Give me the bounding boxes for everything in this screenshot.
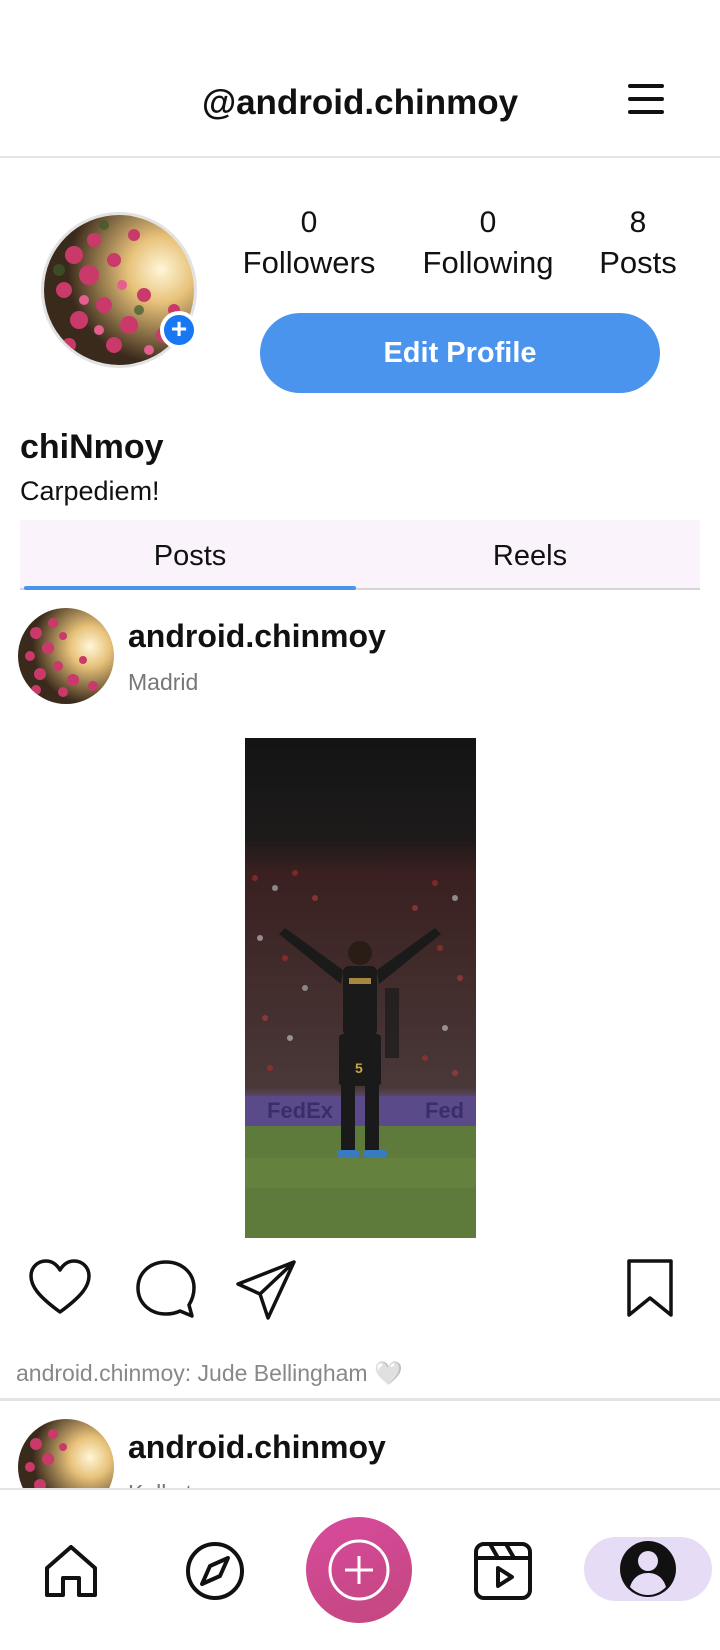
profile-icon[interactable] [618, 1539, 678, 1604]
followers-label: Followers [242, 245, 376, 280]
display-name: chiNmoy [20, 428, 164, 466]
posts-count: 8 [629, 206, 647, 239]
post-avatar[interactable] [18, 608, 114, 704]
svg-text:Fed: Fed [425, 1098, 464, 1123]
followers-stat[interactable]: 0 Followers [238, 204, 380, 284]
add-story-icon[interactable]: + [160, 311, 198, 349]
tab-posts[interactable]: Posts [20, 520, 360, 590]
like-heart-icon[interactable] [28, 1258, 92, 1323]
post-username[interactable]: android.chinmoy [128, 1429, 386, 1466]
post-location[interactable]: Madrid [128, 669, 198, 696]
tab-reels[interactable]: Reels [360, 520, 700, 590]
posts-label: Posts [599, 245, 677, 280]
comment-icon[interactable] [134, 1258, 198, 1327]
post-image[interactable]: FedEx Fed 5 [245, 738, 476, 1238]
profile-handle: @android.chinmoy [201, 83, 519, 122]
followers-count: 0 [300, 206, 318, 239]
following-stat[interactable]: 0 Following [416, 204, 560, 284]
profile-tabs: Posts Reels [20, 520, 700, 590]
post-avatar[interactable] [18, 1419, 114, 1488]
create-post-button[interactable] [306, 1517, 412, 1623]
reels-icon[interactable] [472, 1540, 534, 1607]
add-post-icon [328, 1539, 390, 1601]
bio-text: Carpediem! [20, 476, 160, 506]
hamburger-menu-icon[interactable] [628, 84, 664, 116]
share-send-icon[interactable] [234, 1258, 298, 1327]
explore-icon[interactable] [184, 1540, 246, 1607]
bookmark-icon[interactable] [626, 1258, 674, 1323]
post-username[interactable]: android.chinmoy [128, 618, 386, 655]
post-2-header: android.chinmoy Kolkata [0, 1401, 720, 1488]
post-caption: android.chinmoy: Jude Bellingham 🤍 [16, 1360, 403, 1386]
top-bar: @android.chinmoy [0, 0, 720, 158]
svg-text:5: 5 [355, 1060, 363, 1076]
following-count: 0 [479, 206, 497, 239]
following-label: Following [422, 245, 554, 280]
home-icon[interactable] [42, 1542, 100, 1605]
edit-profile-button[interactable]: Edit Profile [260, 313, 660, 393]
posts-stat[interactable]: 8 Posts [592, 204, 684, 284]
post-location[interactable]: Kolkata [128, 1480, 205, 1488]
svg-text:FedEx: FedEx [267, 1098, 334, 1123]
active-tab-indicator [24, 586, 356, 590]
